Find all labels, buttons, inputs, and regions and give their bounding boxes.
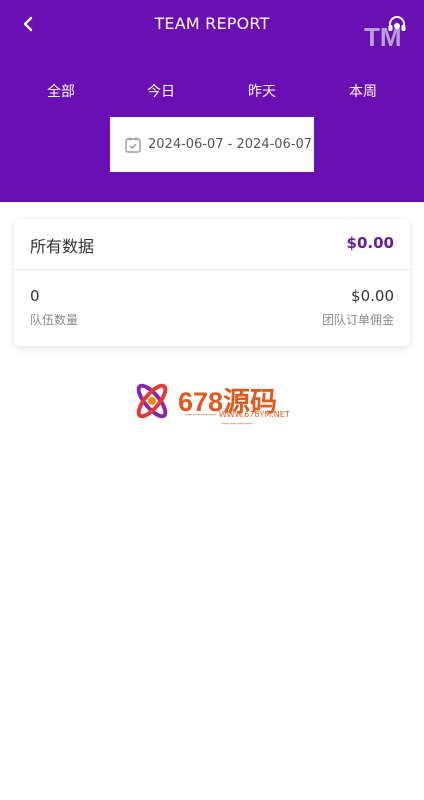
logo: 678源码 ———— WWW.678YM.NET ———— (130, 378, 300, 428)
team-count-value: 0 (30, 287, 40, 305)
summary-total: $0.00 (346, 234, 394, 252)
tab-this-week[interactable]: 本周 (323, 82, 403, 102)
calendar-icon (124, 136, 142, 154)
summary-card: 所有数据 $0.00 0 队伍数量 $0.00 团队订单佣金 (14, 219, 410, 346)
period-tabs: 全部 今日 昨天 本周 (0, 82, 424, 106)
summary-title: 所有数据 (30, 237, 95, 256)
tab-today[interactable]: 今日 (121, 82, 201, 102)
tab-all[interactable]: 全部 (21, 82, 101, 102)
commission-value: $0.00 (351, 287, 394, 305)
date-range-picker[interactable]: 2024-06-07 - 2024-06-07 (110, 117, 314, 172)
commission-label: 团队订单佣金 (321, 313, 394, 327)
logo-url: ———— WWW.678YM.NET ———— (184, 410, 290, 428)
tab-yesterday[interactable]: 昨天 (222, 82, 302, 102)
date-range-text: 2024-06-07 - 2024-06-07 (148, 137, 313, 152)
summary-card-header: 所有数据 $0.00 (14, 219, 410, 270)
team-count-label: 队伍数量 (30, 313, 79, 327)
headset-icon (388, 16, 406, 31)
page-title: TEAM REPORT (154, 14, 270, 33)
atom-logo-icon (136, 383, 168, 419)
support-button[interactable] (384, 12, 410, 38)
header: TEAM REPORT TM 全部 今日 昨天 本周 2024-06-07 - … (0, 0, 424, 202)
